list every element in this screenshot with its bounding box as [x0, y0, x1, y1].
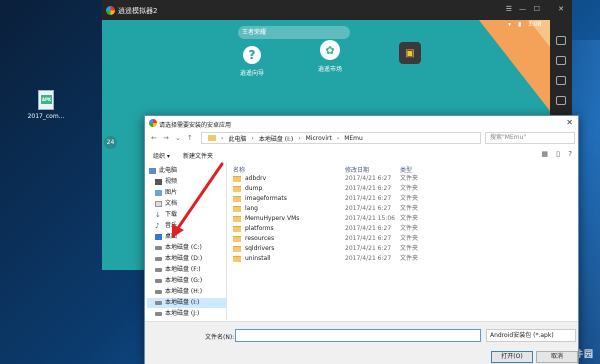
annotation-arrow — [172, 162, 224, 238]
arrow-shaft — [176, 162, 224, 230]
